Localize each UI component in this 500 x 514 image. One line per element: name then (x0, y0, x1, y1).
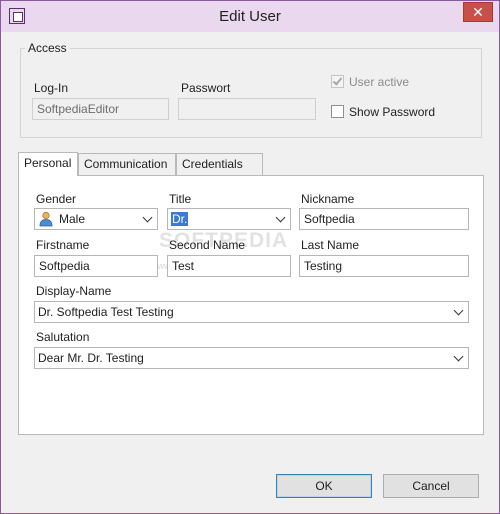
displayname-label: Display-Name (36, 284, 112, 298)
secondname-label: Second Name (169, 238, 246, 252)
salutation-label: Salutation (36, 330, 90, 344)
user-active-label: User active (349, 75, 410, 89)
close-icon: ✕ (472, 4, 484, 20)
chevron-down-icon (453, 305, 464, 316)
ok-button[interactable]: OK (276, 474, 372, 498)
login-label: Log-In (34, 81, 69, 95)
access-group (20, 48, 482, 138)
tab-personal[interactable]: Personal (18, 152, 78, 176)
login-field[interactable]: SoftpediaEditor (32, 98, 169, 120)
title-label: Title (169, 192, 192, 206)
cancel-button[interactable]: Cancel (383, 474, 479, 498)
title-dropdown[interactable]: Dr. (167, 208, 291, 230)
close-button[interactable]: ✕ (463, 2, 493, 22)
access-group-title: Access (25, 41, 70, 55)
gender-dropdown[interactable]: Male (34, 208, 158, 230)
salutation-value: Dear Mr. Dr. Testing (38, 351, 144, 365)
user-active-checkbox[interactable] (331, 75, 344, 88)
password-field[interactable] (178, 98, 316, 120)
show-password-label: Show Password (349, 105, 436, 119)
firstname-label: Firstname (36, 238, 90, 252)
nickname-field[interactable]: Softpedia (299, 208, 469, 230)
password-label: Passwort (181, 81, 231, 95)
chevron-down-icon (275, 212, 286, 223)
window-title: Edit User (219, 8, 281, 25)
title-bar[interactable]: Edit User ✕ (1, 1, 499, 32)
gender-value: Male (59, 212, 86, 226)
lastname-field[interactable]: Testing (299, 255, 469, 277)
title-value: Dr. (171, 212, 189, 226)
chevron-down-icon (142, 212, 153, 223)
gender-label: Gender (36, 192, 77, 206)
chevron-down-icon (453, 351, 464, 362)
displayname-value: Dr. Softpedia Test Testing (38, 305, 174, 319)
nickname-label: Nickname (301, 192, 355, 206)
displayname-dropdown[interactable]: Dr. Softpedia Test Testing (34, 301, 469, 323)
tab-communication[interactable]: Communication (78, 153, 176, 175)
show-password-checkbox[interactable] (331, 105, 344, 118)
salutation-dropdown[interactable]: Dear Mr. Dr. Testing (34, 347, 469, 369)
user-person-icon (39, 211, 53, 227)
firstname-field[interactable]: Softpedia (34, 255, 158, 277)
edit-user-window: Edit User ✕ Access Log-In SoftpediaEdito… (0, 0, 500, 514)
secondname-field[interactable]: Test (167, 255, 291, 277)
tab-credentials[interactable]: Credentials (176, 153, 263, 175)
lastname-label: Last Name (301, 238, 360, 252)
